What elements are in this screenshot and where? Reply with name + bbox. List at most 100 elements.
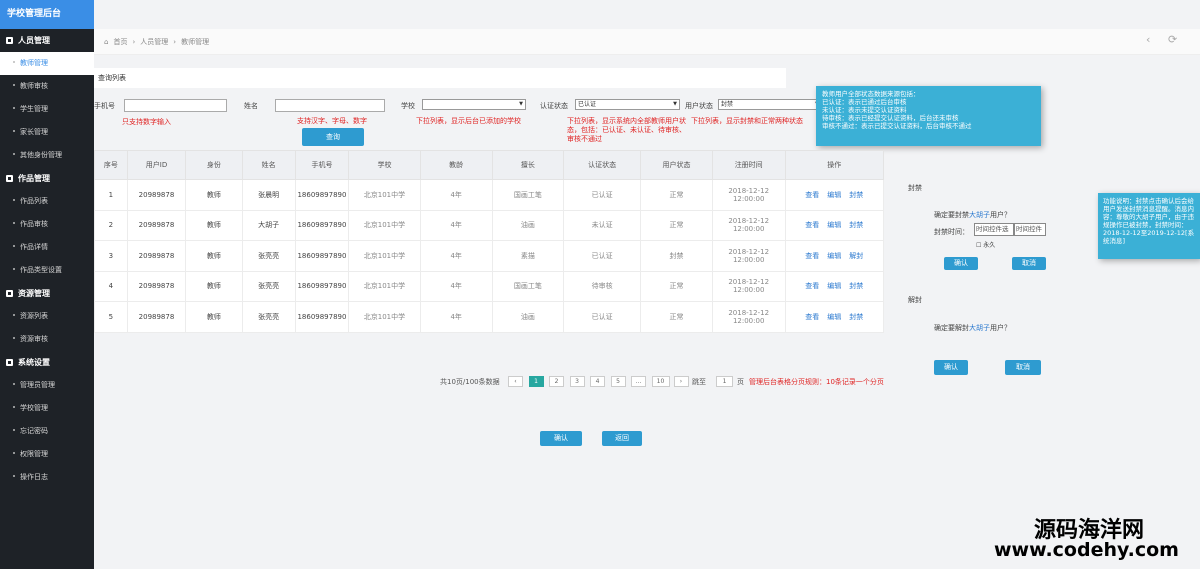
breadcrumb-level2: 教师管理 xyxy=(181,38,210,46)
column-header: 手机号 xyxy=(294,150,350,180)
sidebar-item-label: 管理员管理 xyxy=(20,381,55,389)
table-cell-state: 正常 xyxy=(640,209,713,241)
school-select[interactable] xyxy=(422,99,526,110)
page-button[interactable]: 10 xyxy=(651,376,670,387)
row-action-link[interactable]: 编辑 xyxy=(827,191,841,199)
row-action-link[interactable]: 查看 xyxy=(805,313,819,321)
bullet-icon xyxy=(13,337,15,339)
phone-input[interactable] xyxy=(124,99,227,112)
table-cell-school: 北京101中学 xyxy=(348,301,421,333)
table-cell-skill: 油画 xyxy=(491,301,565,333)
bullet-icon xyxy=(13,314,15,316)
table-cell-school: 北京101中学 xyxy=(348,270,421,302)
breadcrumb-level1[interactable]: 人员管理 xyxy=(140,38,168,46)
bullet-icon xyxy=(13,475,15,477)
ban-end-input[interactable]: 时间控件 xyxy=(1014,223,1046,236)
ban-start-input[interactable]: 时间控件选 xyxy=(974,223,1014,236)
row-action-link[interactable]: 编辑 xyxy=(827,252,841,260)
sidebar-item[interactable]: 其他身份管理 xyxy=(0,144,94,167)
sidebar-item-label: 教师审核 xyxy=(20,82,48,90)
column-header: 身份 xyxy=(185,150,243,180)
bullet-icon xyxy=(13,245,15,247)
sidebar-item[interactable]: 学校管理 xyxy=(0,397,94,420)
unban-cancel-button[interactable]: 取消 xyxy=(1005,360,1041,375)
jump-input[interactable]: 1 xyxy=(716,376,733,387)
unban-confirm-button[interactable]: 确认 xyxy=(934,360,968,375)
main-content: ⌂ 首页 › 人员管理 › 教师管理 ‹ ⟳ 查询列表 手机号 只支持数字输入 姓名 支持… xyxy=(94,0,1200,569)
sidebar-item[interactable]: 作品详情 xyxy=(0,236,94,259)
name-note: 支持汉字、字母、数字 xyxy=(297,117,367,125)
row-action-link[interactable]: 编辑 xyxy=(827,221,841,229)
ban-dialog-title: 封禁 xyxy=(908,184,922,192)
name-input[interactable] xyxy=(275,99,385,112)
sidebar-item[interactable]: 资源列表 xyxy=(0,305,94,328)
sidebar-section[interactable]: 作品管理 xyxy=(0,167,94,190)
back-button[interactable]: 返回 xyxy=(602,431,642,446)
sidebar-item[interactable]: 操作日志 xyxy=(0,466,94,489)
ban-cancel-button[interactable]: 取消 xyxy=(1012,257,1046,270)
page-button[interactable]: 1 xyxy=(528,376,544,387)
sidebar-item[interactable]: 家长管理 xyxy=(0,121,94,144)
sidebar-item[interactable]: 管理员管理 xyxy=(0,374,94,397)
back-icon[interactable]: ‹ xyxy=(1146,33,1150,46)
sidebar-item[interactable]: 教师审核 xyxy=(0,75,94,98)
row-action-link[interactable]: 查看 xyxy=(805,191,819,199)
sidebar-item[interactable]: 资源审核 xyxy=(0,328,94,351)
ban-confirm-button[interactable]: 确认 xyxy=(944,257,978,270)
next-page-button[interactable]: › xyxy=(673,376,689,387)
row-action-link[interactable]: 封禁 xyxy=(849,221,863,229)
table-cell-name: 张晨明 xyxy=(241,179,296,211)
bullet-icon xyxy=(13,406,15,408)
sidebar-item[interactable]: 忘记密码 xyxy=(0,420,94,443)
row-action-link[interactable]: 封禁 xyxy=(849,191,863,199)
sidebar-section[interactable]: 系统设置 xyxy=(0,351,94,374)
table-cell-state: 正常 xyxy=(640,179,713,211)
sidebar-section[interactable]: 资源管理 xyxy=(0,282,94,305)
refresh-icon[interactable]: ⟳ xyxy=(1168,33,1177,46)
bullet-icon xyxy=(13,61,15,63)
page-button[interactable]: 4 xyxy=(590,376,605,387)
page-button[interactable]: ... xyxy=(631,376,646,387)
table-cell-uid: 20989878 xyxy=(126,270,187,302)
table-cell-state: 正常 xyxy=(640,270,713,302)
sidebar-item[interactable]: 作品列表 xyxy=(0,190,94,213)
breadcrumb-home[interactable]: 首页 xyxy=(113,38,127,46)
ban-time-label: 封禁时间： xyxy=(934,228,969,236)
column-header: 操作 xyxy=(784,150,885,180)
sidebar-item[interactable]: 学生管理 xyxy=(0,98,94,121)
sidebar-item-label: 其他身份管理 xyxy=(20,151,62,159)
auth-select[interactable]: 已认证 xyxy=(575,99,680,110)
row-action-link[interactable]: 编辑 xyxy=(827,313,841,321)
row-action-link[interactable]: 封禁 xyxy=(849,313,863,321)
page-button[interactable]: 2 xyxy=(549,376,564,387)
bullet-icon xyxy=(13,153,15,155)
table-cell-skill: 国画工笔 xyxy=(491,179,565,211)
row-action-link[interactable]: 解封 xyxy=(849,252,863,260)
row-action-link[interactable]: 查看 xyxy=(805,282,819,290)
permanent-checkbox[interactable]: ☐ 永久 xyxy=(976,240,995,249)
sidebar-item[interactable]: 教师管理 xyxy=(0,52,94,75)
row-action-link[interactable]: 编辑 xyxy=(827,282,841,290)
page-button[interactable]: 5 xyxy=(610,376,626,387)
table-cell-no: 2 xyxy=(94,209,128,241)
home-icon[interactable]: ⌂ xyxy=(104,38,108,46)
table-cell-phone: 18609897890 xyxy=(294,209,350,241)
sidebar-item[interactable]: 权限管理 xyxy=(0,443,94,466)
prev-page-button[interactable]: ‹ xyxy=(508,376,523,387)
phone-label: 手机号 xyxy=(94,102,115,110)
query-button[interactable]: 查询 xyxy=(302,128,364,146)
page-unit: 页 xyxy=(737,378,744,386)
row-action-link[interactable]: 封禁 xyxy=(849,282,863,290)
confirm-button[interactable]: 确认 xyxy=(540,431,582,446)
bullet-icon xyxy=(13,429,15,431)
sidebar-nav: 人员管理 教师管理 教师审核 学生管理 家长管理 其他身份管理 作品管理 作品列表 作品审核 作品… xyxy=(0,29,94,489)
page-button[interactable]: 3 xyxy=(569,376,585,387)
watermark-url: www.codehy.com xyxy=(994,539,1179,561)
table-cell-skill: 国画工笔 xyxy=(491,270,565,302)
row-action-link[interactable]: 查看 xyxy=(805,252,819,260)
sidebar-section[interactable]: 人员管理 xyxy=(0,29,94,52)
user-state-select[interactable]: 封禁 xyxy=(718,99,822,110)
sidebar-item[interactable]: 作品审核 xyxy=(0,213,94,236)
row-action-link[interactable]: 查看 xyxy=(805,221,819,229)
sidebar-item[interactable]: 作品类型设置 xyxy=(0,259,94,282)
